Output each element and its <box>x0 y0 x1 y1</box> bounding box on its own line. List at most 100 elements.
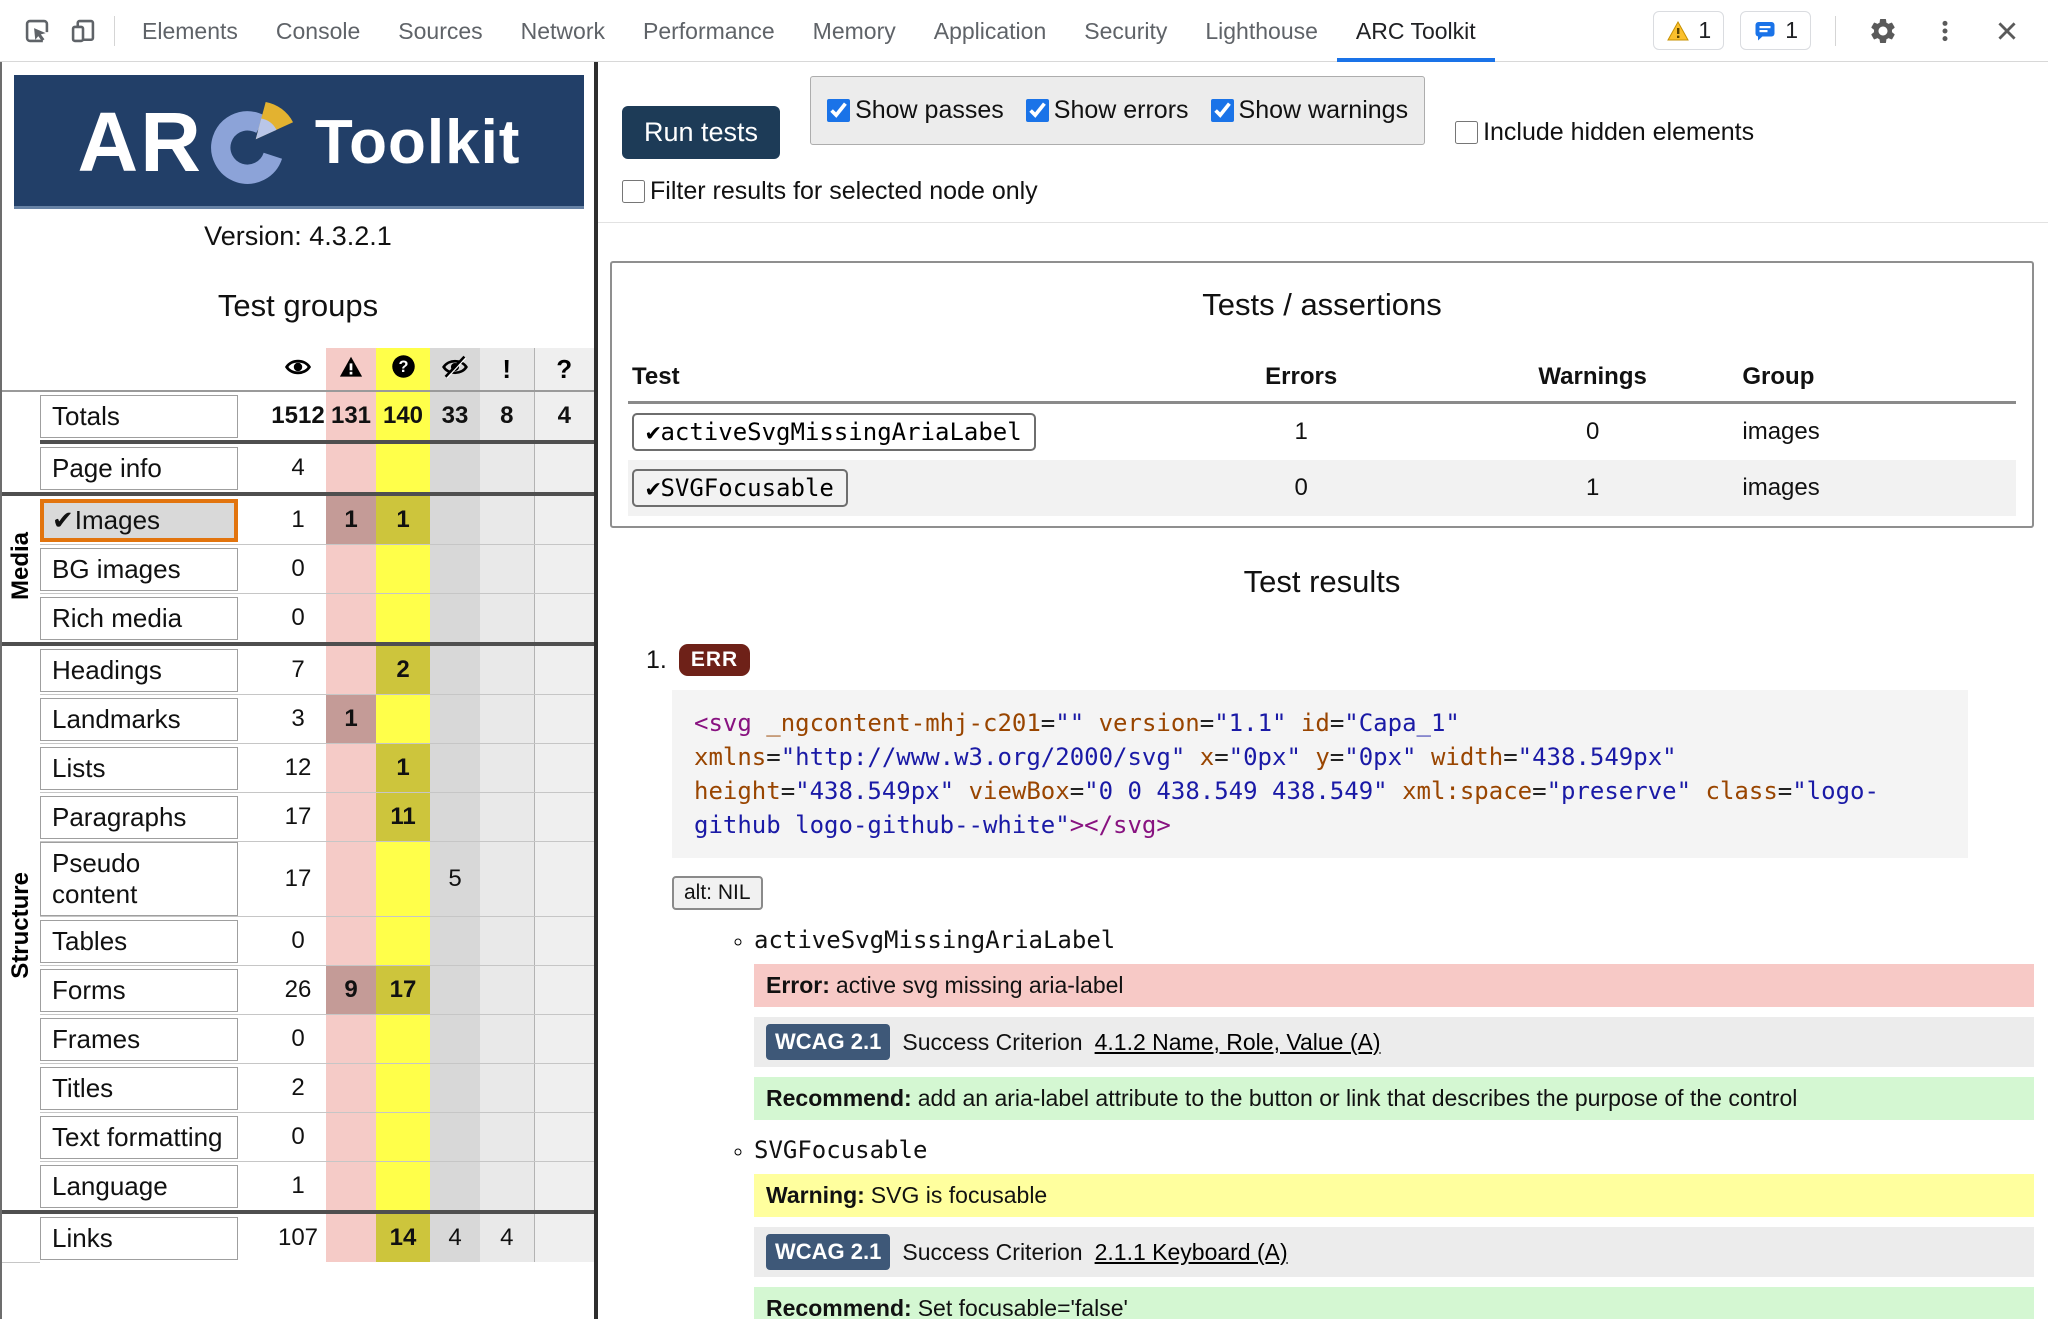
count-warn-images[interactable]: 1 <box>376 494 430 545</box>
count-ex-frames <box>480 1015 534 1064</box>
count-warn-language <box>376 1162 430 1213</box>
count-warn-lists[interactable]: 1 <box>376 744 430 793</box>
count-vis-images[interactable]: 1 <box>270 494 326 545</box>
include-hidden-checkbox[interactable]: Include hidden elements <box>1455 118 1754 147</box>
tab-network[interactable]: Network <box>502 0 624 62</box>
test-group-button-headings[interactable]: Headings <box>40 649 238 692</box>
show-errors-input[interactable] <box>1026 99 1049 122</box>
count-vis-frames[interactable]: 0 <box>270 1015 326 1064</box>
count-hid-images <box>430 494 480 545</box>
count-warn-links[interactable]: 14 <box>376 1212 430 1262</box>
test-group-button-bg-images[interactable]: BG images <box>40 548 238 591</box>
count-vis-headings[interactable]: 7 <box>270 644 326 695</box>
assertion-test-cell: ✔activeSvgMissingAriaLabel <box>628 403 1155 461</box>
tab-application[interactable]: Application <box>915 0 1066 62</box>
message-count-badge[interactable]: 1 <box>1740 11 1811 50</box>
device-toolbar-icon[interactable] <box>60 8 106 54</box>
test-group-label: Titles <box>52 1073 113 1103</box>
count-warn-headings[interactable]: 2 <box>376 644 430 695</box>
test-group-button-tables[interactable]: Tables <box>40 920 238 963</box>
count-hid-pseudo-content[interactable]: 5 <box>430 842 480 917</box>
count-q-rich-media <box>534 594 594 645</box>
assertion-button-svgfocusable[interactable]: ✔SVGFocusable <box>632 469 848 507</box>
test-groups-heading: Test groups <box>2 288 594 324</box>
wcag-text: Success Criterion <box>902 1029 1082 1056</box>
test-group-button-lists[interactable]: Lists <box>40 747 238 790</box>
count-vis-tables[interactable]: 0 <box>270 917 326 966</box>
count-warn-forms[interactable]: 17 <box>376 966 430 1015</box>
count-ex-totals[interactable]: 8 <box>480 391 534 442</box>
alt-nil-chip[interactable]: alt: NIL <box>672 876 763 910</box>
warning-count-badge[interactable]: 1 <box>1653 11 1724 50</box>
count-err-landmarks[interactable]: 1 <box>326 695 376 744</box>
count-vis-links[interactable]: 107 <box>270 1212 326 1262</box>
test-group-label: Lists <box>52 753 105 783</box>
show-errors-checkbox[interactable]: Show errors <box>1026 96 1189 125</box>
row-label-cell: Tables <box>40 917 270 966</box>
count-vis-landmarks[interactable]: 3 <box>270 695 326 744</box>
test-group-button-pseudo-content[interactable]: Pseudo content <box>40 842 238 916</box>
count-vis-rich-media[interactable]: 0 <box>270 594 326 645</box>
close-icon[interactable] <box>1984 8 2030 54</box>
test-group-button-language[interactable]: Language <box>40 1165 238 1208</box>
count-warn-paragraphs[interactable]: 11 <box>376 793 430 842</box>
tab-sources[interactable]: Sources <box>379 0 501 62</box>
kebab-menu-icon[interactable] <box>1922 8 1968 54</box>
tab-memory[interactable]: Memory <box>794 0 915 62</box>
show-warnings-input[interactable] <box>1211 99 1234 122</box>
count-err-images[interactable]: 1 <box>326 494 376 545</box>
count-vis-text-formatting[interactable]: 0 <box>270 1113 326 1162</box>
test-group-button-titles[interactable]: Titles <box>40 1067 238 1110</box>
count-ex-links[interactable]: 4 <box>480 1212 534 1262</box>
tab-lighthouse[interactable]: Lighthouse <box>1186 0 1337 62</box>
count-vis-titles[interactable]: 2 <box>270 1064 326 1113</box>
count-q-totals[interactable]: 4 <box>534 391 594 442</box>
count-vis-paragraphs[interactable]: 17 <box>270 793 326 842</box>
count-q-titles <box>534 1064 594 1113</box>
test-group-button-images[interactable]: ✔Images <box>40 499 238 542</box>
count-hid-totals[interactable]: 33 <box>430 391 480 442</box>
assertion-button-activesvgmissingarialabel[interactable]: ✔activeSvgMissingAriaLabel <box>632 413 1036 451</box>
count-vis-page-info[interactable]: 4 <box>270 442 326 494</box>
filter-selected-node-input[interactable] <box>622 180 645 203</box>
count-warn-frames <box>376 1015 430 1064</box>
settings-gear-icon[interactable] <box>1860 8 1906 54</box>
tab-performance[interactable]: Performance <box>624 0 794 62</box>
show-passes-checkbox[interactable]: Show passes <box>827 96 1004 125</box>
test-group-button-landmarks[interactable]: Landmarks <box>40 698 238 741</box>
test-group-button-totals[interactable]: Totals <box>40 395 238 438</box>
inspect-element-icon[interactable] <box>14 8 60 54</box>
assertion-name: activeSvgMissingAriaLabel <box>660 418 1021 446</box>
test-group-button-page-info[interactable]: Page info <box>40 447 238 490</box>
test-group-button-rich-media[interactable]: Rich media <box>40 597 238 640</box>
tab-console[interactable]: Console <box>257 0 379 62</box>
success-criterion-link[interactable]: 4.1.2 Name, Role, Value (A) <box>1095 1029 1381 1056</box>
show-warnings-checkbox[interactable]: Show warnings <box>1211 96 1409 125</box>
tab-security[interactable]: Security <box>1065 0 1186 62</box>
include-hidden-input[interactable] <box>1455 121 1478 144</box>
count-vis-language[interactable]: 1 <box>270 1162 326 1213</box>
tab-elements[interactable]: Elements <box>123 0 257 62</box>
count-hid-language <box>430 1162 480 1213</box>
test-group-button-paragraphs[interactable]: Paragraphs <box>40 796 238 839</box>
test-group-button-frames[interactable]: Frames <box>40 1018 238 1061</box>
count-vis-lists[interactable]: 12 <box>270 744 326 793</box>
test-group-button-forms[interactable]: Forms <box>40 969 238 1012</box>
count-vis-bg-images[interactable]: 0 <box>270 545 326 594</box>
count-vis-totals[interactable]: 1512 <box>270 391 326 442</box>
assertion-errors: 1 <box>1155 403 1446 461</box>
show-passes-input[interactable] <box>827 99 850 122</box>
success-criterion-link[interactable]: 2.1.1 Keyboard (A) <box>1095 1239 1288 1266</box>
run-tests-button[interactable]: Run tests <box>622 106 780 159</box>
test-group-button-links[interactable]: Links <box>40 1217 238 1260</box>
test-group-button-text-formatting[interactable]: Text formatting <box>40 1116 238 1159</box>
count-vis-forms[interactable]: 26 <box>270 966 326 1015</box>
count-err-totals[interactable]: 131 <box>326 391 376 442</box>
count-vis-pseudo-content[interactable]: 17 <box>270 842 326 917</box>
tab-arc-toolkit[interactable]: ARC Toolkit <box>1337 0 1495 62</box>
row-label-cell: ✔Images <box>40 494 270 545</box>
count-warn-totals[interactable]: 140 <box>376 391 430 442</box>
filter-selected-node-checkbox[interactable]: Filter results for selected node only <box>622 177 2034 206</box>
count-err-forms[interactable]: 9 <box>326 966 376 1015</box>
count-hid-links[interactable]: 4 <box>430 1212 480 1262</box>
